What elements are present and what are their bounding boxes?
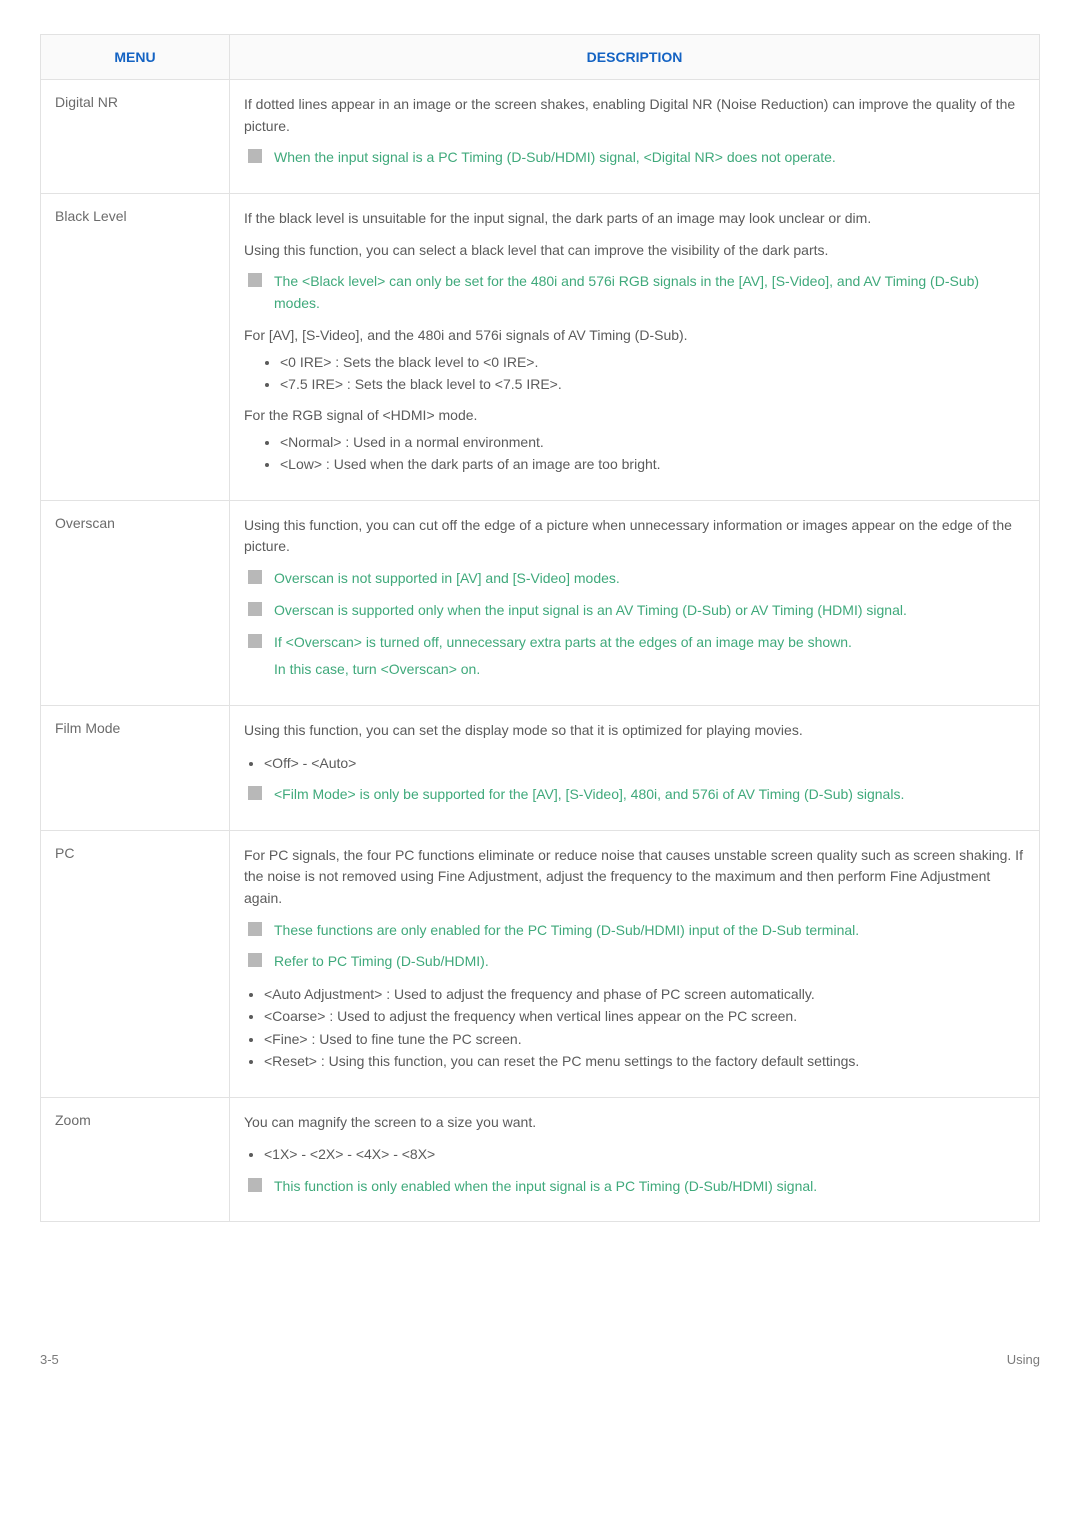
paragraph: You can magnify the screen to a size you… [244,1112,1025,1134]
row-name-digital-nr: Digital NR [41,80,230,194]
list-item: <7.5 IRE> : Sets the black level to <7.5… [280,373,1025,395]
note-icon [248,149,262,163]
list-item: <Off> - <Auto> [264,752,1025,774]
row-desc-overscan: Using this function, you can cut off the… [230,500,1040,705]
note: When the input signal is a PC Timing (D-… [248,147,1025,169]
note: Refer to PC Timing (D-Sub/HDMI). [248,951,1025,973]
sub-list: <Auto Adjustment> : Used to adjust the f… [244,983,1025,1073]
note-text: This function is only enabled when the i… [274,1176,817,1198]
list-item: <Auto Adjustment> : Used to adjust the f… [264,983,1025,1005]
list-item: <Fine> : Used to fine tune the PC screen… [264,1028,1025,1050]
note-icon [248,273,262,287]
row-name-pc: PC [41,830,230,1097]
row-name-zoom: Zoom [41,1097,230,1222]
sub-list: <1X> - <2X> - <4X> - <8X> [244,1143,1025,1165]
sub-list: <Off> - <Auto> [244,752,1025,774]
note-text: When the input signal is a PC Timing (D-… [274,147,836,169]
row-desc-zoom: You can magnify the screen to a size you… [230,1097,1040,1222]
note-text: In this case, turn <Overscan> on. [274,659,1025,681]
note-text: The <Black level> can only be set for th… [274,271,1025,314]
row-name-overscan: Overscan [41,500,230,705]
note-text: If <Overscan> is turned off, unnecessary… [274,632,852,654]
note: Overscan is not supported in [AV] and [S… [248,568,1025,590]
table-row: Black Level If the black level is unsuit… [41,194,1040,501]
note-icon [248,570,262,584]
row-name-film-mode: Film Mode [41,705,230,830]
sub-list: <Normal> : Used in a normal environment.… [244,431,1025,476]
table-row: PC For PC signals, the four PC functions… [41,830,1040,1097]
section-name: Using [1007,1352,1040,1367]
list-item: <0 IRE> : Sets the black level to <0 IRE… [280,351,1025,373]
note-text: Overscan is not supported in [AV] and [S… [274,568,620,590]
note-icon [248,602,262,616]
paragraph: For [AV], [S-Video], and the 480i and 57… [244,325,1025,347]
page-number: 3-5 [40,1352,59,1367]
paragraph: If the black level is unsuitable for the… [244,208,1025,230]
paragraph: Using this function, you can set the dis… [244,720,1025,742]
table-row: Digital NR If dotted lines appear in an … [41,80,1040,194]
note-text: <Film Mode> is only be supported for the… [274,784,904,806]
row-desc-digital-nr: If dotted lines appear in an image or th… [230,80,1040,194]
note: Overscan is supported only when the inpu… [248,600,1025,622]
row-desc-black-level: If the black level is unsuitable for the… [230,194,1040,501]
note: These functions are only enabled for the… [248,920,1025,942]
row-desc-film-mode: Using this function, you can set the dis… [230,705,1040,830]
note-icon [248,922,262,936]
row-desc-pc: For PC signals, the four PC functions el… [230,830,1040,1097]
paragraph: For the RGB signal of <HDMI> mode. [244,405,1025,427]
note-text: Refer to PC Timing (D-Sub/HDMI). [274,951,489,973]
paragraph: Using this function, you can select a bl… [244,240,1025,262]
note-text: Overscan is supported only when the inpu… [274,600,907,622]
paragraph: For PC signals, the four PC functions el… [244,845,1025,910]
note-icon [248,953,262,967]
note: <Film Mode> is only be supported for the… [248,784,1025,806]
note: The <Black level> can only be set for th… [248,271,1025,314]
table-row: Overscan Using this function, you can cu… [41,500,1040,705]
table-row: Zoom You can magnify the screen to a siz… [41,1097,1040,1222]
menu-table: MENU DESCRIPTION Digital NR If dotted li… [40,34,1040,1222]
note-icon [248,1178,262,1192]
note: This function is only enabled when the i… [248,1176,1025,1198]
table-row: Film Mode Using this function, you can s… [41,705,1040,830]
note-icon [248,786,262,800]
row-name-black-level: Black Level [41,194,230,501]
note-text: These functions are only enabled for the… [274,920,859,942]
page-footer: 3-5 Using [40,1222,1040,1367]
menu-header-menu: MENU [41,35,230,80]
list-item: <Normal> : Used in a normal environment. [280,431,1025,453]
menu-header-description: DESCRIPTION [230,35,1040,80]
note: If <Overscan> is turned off, unnecessary… [248,632,1025,654]
list-item: <Low> : Used when the dark parts of an i… [280,453,1025,475]
list-item: <Coarse> : Used to adjust the frequency … [264,1005,1025,1027]
note-icon [248,634,262,648]
paragraph: Using this function, you can cut off the… [244,515,1025,558]
paragraph: If dotted lines appear in an image or th… [244,94,1025,137]
list-item: <Reset> : Using this function, you can r… [264,1050,1025,1072]
list-item: <1X> - <2X> - <4X> - <8X> [264,1143,1025,1165]
sub-list: <0 IRE> : Sets the black level to <0 IRE… [244,351,1025,396]
